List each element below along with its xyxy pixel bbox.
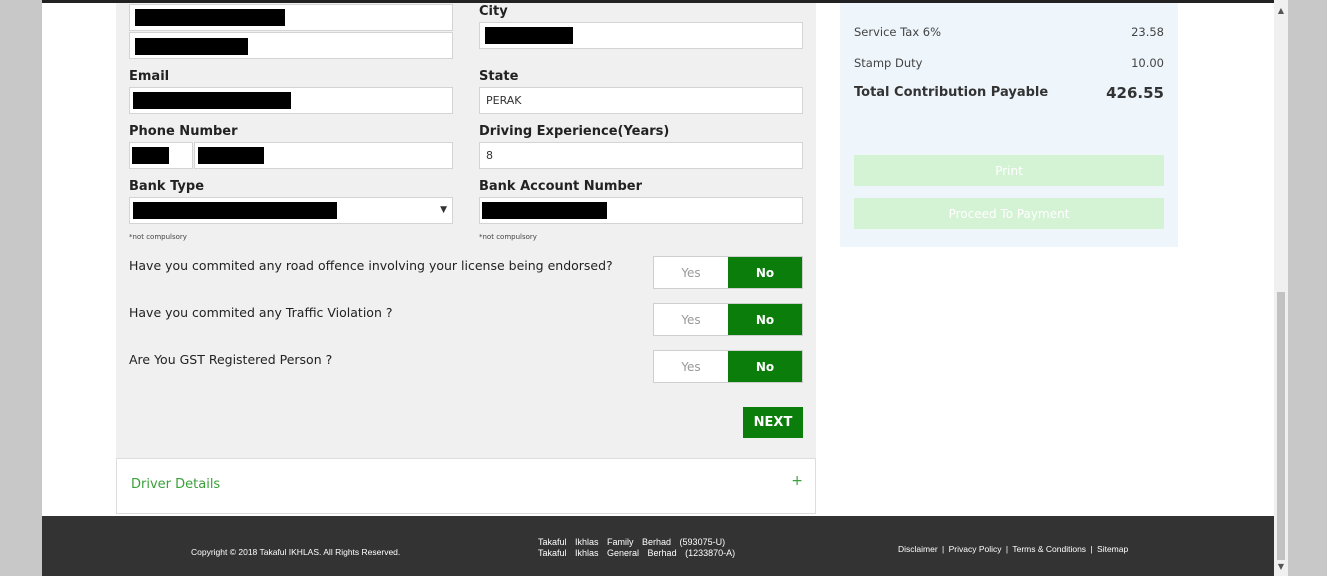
redacted-value [133, 202, 337, 219]
summary-row-service-tax: Service Tax 6% 23.58 [854, 25, 1164, 39]
summary-row-stamp-duty: Stamp Duty 10.00 [854, 56, 1164, 70]
email-label: Email [129, 69, 170, 84]
total-label: Total Contribution Payable [854, 85, 1049, 100]
footer: Copyright © 2018 Takaful IKHLAS. All Rig… [42, 516, 1274, 576]
driving-experience-input[interactable]: 8 [479, 142, 803, 169]
company-info: Takaful Ikhlas Family Berhad (593075-U) … [538, 537, 735, 559]
road-offence-yes-button[interactable]: Yes [654, 257, 728, 288]
address-line1-input[interactable] [129, 4, 453, 31]
state-label: State [479, 69, 519, 84]
link-separator: | [942, 544, 945, 554]
link-separator: | [1005, 544, 1009, 554]
bank-type-select[interactable]: ▼ [129, 197, 453, 224]
redacted-value [198, 147, 264, 164]
total-contribution-row: Total Contribution Payable 426.55 [854, 84, 1164, 102]
phone-number-input[interactable] [194, 142, 453, 169]
redacted-value [133, 92, 291, 109]
bank-type-label: Bank Type [129, 179, 205, 194]
personal-details-form: City Email State PERAK Phone Number Driv… [116, 0, 816, 458]
email-input[interactable] [129, 87, 453, 114]
driver-details-accordion[interactable]: Driver Details + [116, 458, 816, 514]
summary-row-value: 23.58 [1131, 25, 1164, 39]
road-offence-no-button[interactable]: No [728, 257, 802, 288]
redacted-value [482, 202, 607, 219]
bank-type-note: *not compulsory [129, 233, 187, 241]
plus-icon[interactable]: + [791, 473, 803, 489]
summary-row-value: 10.00 [1131, 56, 1164, 70]
city-input[interactable] [479, 22, 803, 49]
question-gst-registered: Are You GST Registered Person ? [129, 352, 333, 367]
bank-account-label: Bank Account Number [479, 179, 642, 194]
disclaimer-link[interactable]: Disclaimer [898, 544, 938, 554]
question-road-offence: Have you commited any road offence invol… [129, 258, 613, 273]
chevron-down-icon: ▼ [440, 205, 447, 215]
gst-registered-no-button[interactable]: No [728, 351, 802, 382]
redacted-value [135, 38, 248, 55]
sitemap-link[interactable]: Sitemap [1097, 544, 1128, 554]
bank-account-note: *not compulsory [479, 233, 537, 241]
privacy-policy-link[interactable]: Privacy Policy [949, 544, 1002, 554]
traffic-violation-no-button[interactable]: No [728, 304, 802, 335]
scrollbar-thumb[interactable] [1277, 292, 1285, 560]
question-traffic-violation: Have you commited any Traffic Violation … [129, 305, 393, 320]
page-viewport: City Email State PERAK Phone Number Driv… [42, 0, 1274, 576]
gst-registered-yes-button[interactable]: Yes [654, 351, 728, 382]
proceed-to-payment-button[interactable]: Proceed To Payment [854, 198, 1164, 229]
contribution-summary: Service Tax 6% 23.58 Stamp Duty 10.00 To… [840, 0, 1178, 247]
print-button[interactable]: Print [854, 155, 1164, 186]
gst-registered-toggle: Yes No [653, 350, 803, 383]
next-button[interactable]: NEXT [743, 407, 803, 438]
company-line-family: Takaful Ikhlas Family Berhad (593075-U) [538, 537, 726, 547]
total-value: 426.55 [1106, 84, 1164, 102]
city-label: City [479, 4, 508, 19]
traffic-violation-toggle: Yes No [653, 303, 803, 336]
scroll-down-icon[interactable]: ▼ [1274, 560, 1288, 574]
redacted-value [135, 9, 285, 26]
driving-experience-label: Driving Experience(Years) [479, 124, 670, 139]
phone-prefix-input[interactable] [129, 142, 193, 169]
accordion-title: Driver Details [131, 477, 221, 492]
redacted-value [132, 147, 169, 164]
company-line-general: Takaful Ikhlas General Berhad (1233870-A… [538, 548, 736, 558]
road-offence-toggle: Yes No [653, 256, 803, 289]
state-input[interactable]: PERAK [479, 87, 803, 114]
link-separator: | [1090, 544, 1093, 554]
phone-label: Phone Number [129, 124, 238, 139]
address-line2-input[interactable] [129, 32, 453, 59]
footer-links: Disclaimer | Privacy Policy | Terms & Co… [898, 544, 1128, 554]
scroll-up-icon[interactable]: ▲ [1274, 4, 1288, 18]
page-scrollbar[interactable]: ▲ ▼ [1274, 0, 1288, 576]
traffic-violation-yes-button[interactable]: Yes [654, 304, 728, 335]
summary-row-label: Stamp Duty [854, 56, 923, 70]
redacted-value [485, 27, 573, 44]
copyright-text: Copyright © 2018 Takaful IKHLAS. All Rig… [191, 547, 401, 557]
bank-account-input[interactable] [479, 197, 803, 224]
terms-conditions-link[interactable]: Terms & Conditions [1012, 544, 1086, 554]
summary-row-label: Service Tax 6% [854, 25, 942, 39]
